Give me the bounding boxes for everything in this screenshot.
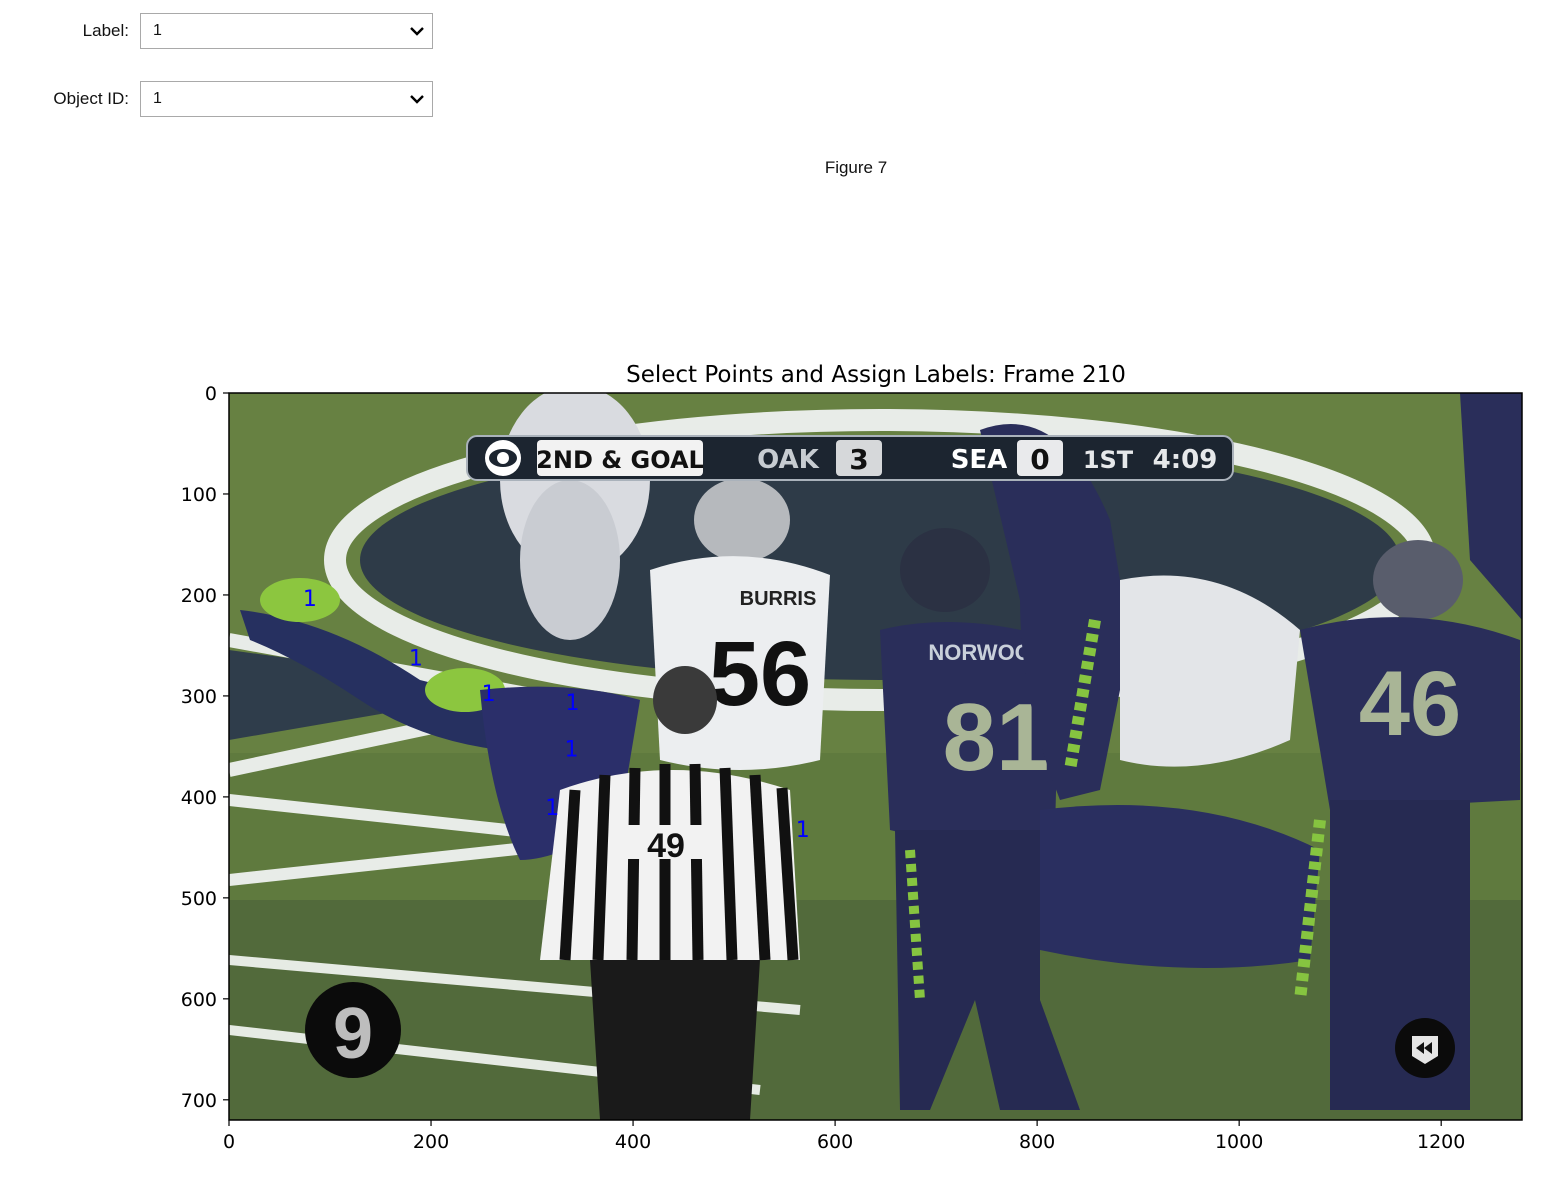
plot-title: Select Points and Assign Labels: Frame 2…	[626, 362, 1126, 388]
y-tick-label: 400	[181, 787, 217, 809]
point-label[interactable]: 1	[796, 818, 810, 843]
player-number-46: 46	[1359, 653, 1461, 755]
player-name-burris: BURRIS	[740, 588, 817, 610]
x-tick-label: 1000	[1215, 1131, 1263, 1153]
point-label[interactable]: 1	[303, 587, 317, 612]
scorebug: 2ND & GOAL OAK 3 SEA 0 1ST 4:09	[466, 435, 1234, 481]
point-label[interactable]: 1	[565, 691, 579, 716]
scorebug-quarter: 1ST	[1083, 446, 1134, 474]
scorebug-score2: 0	[1030, 443, 1049, 476]
point-label[interactable]: 1	[482, 682, 496, 707]
y-tick-label: 300	[181, 686, 217, 708]
channel-logo-text: 9	[333, 994, 373, 1074]
scorebug-team2: SEA	[951, 445, 1008, 475]
x-tick-label: 0	[223, 1131, 235, 1153]
x-tick-label: 800	[1019, 1131, 1055, 1153]
player-number-56: 56	[709, 623, 811, 725]
x-tick-label: 400	[615, 1131, 651, 1153]
point-label[interactable]: 1	[564, 737, 578, 762]
point-label[interactable]: 1	[545, 796, 559, 821]
point-label[interactable]: 1	[409, 647, 423, 672]
y-tick-label: 700	[181, 1090, 217, 1112]
video-frame[interactable]: BURRIS 56 NORWOOD 81 46 49 2ND & GOAL OA…	[229, 385, 1522, 1120]
x-tick-label: 600	[817, 1131, 853, 1153]
y-tick-label: 600	[181, 989, 217, 1011]
y-tick-label: 500	[181, 888, 217, 910]
channel-logo: 9	[305, 982, 401, 1078]
y-tick-label: 0	[205, 383, 217, 405]
scorebug-down: 2ND & GOAL	[536, 446, 704, 474]
scorebug-score1: 3	[849, 443, 868, 476]
y-tick-label: 100	[181, 484, 217, 506]
y-tick-label: 200	[181, 585, 217, 607]
x-tick-label: 200	[413, 1131, 449, 1153]
x-tick-label: 1200	[1417, 1131, 1465, 1153]
scorebug-team1: OAK	[757, 445, 820, 475]
plot-canvas[interactable]: Select Points and Assign Labels: Frame 2…	[0, 0, 1562, 1178]
rewind-icon	[1395, 1018, 1455, 1078]
referee-number: 49	[647, 827, 685, 865]
scorebug-clock: 4:09	[1153, 445, 1218, 475]
